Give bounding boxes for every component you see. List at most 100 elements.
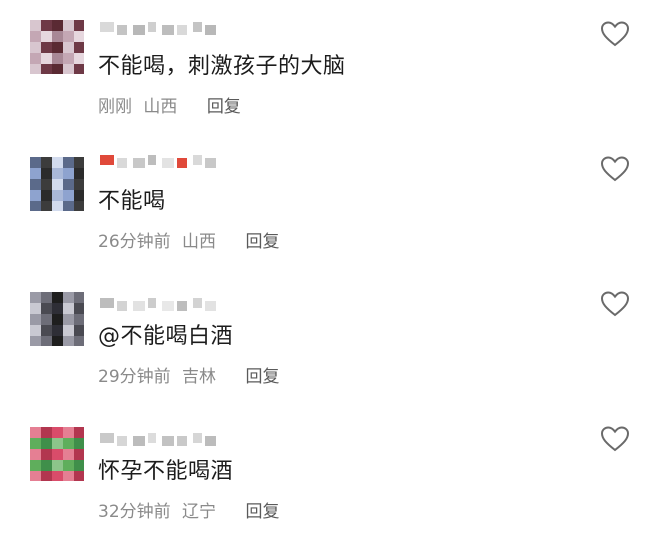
- avatar-pixel: [52, 190, 63, 201]
- avatar-pixel: [63, 336, 74, 346]
- avatar-pixel: [41, 31, 52, 42]
- username-pixel: [205, 301, 216, 311]
- comment-location: 辽宁: [182, 502, 217, 522]
- avatar-pixel: [41, 449, 52, 460]
- avatar-pixel: [74, 449, 84, 460]
- avatar-pixel: [74, 179, 84, 190]
- avatar-pixel: [63, 53, 74, 64]
- avatar[interactable]: [30, 427, 84, 481]
- comment-location: 山西: [143, 97, 178, 117]
- avatar-pixel: [74, 190, 84, 201]
- username-pixel: [205, 436, 216, 446]
- username-pixel: [100, 298, 114, 308]
- avatar-pixel: [41, 190, 52, 201]
- avatar-pixel: [41, 314, 52, 325]
- username-pixel: [100, 433, 114, 443]
- avatar-pixel: [52, 336, 63, 346]
- avatar-pixel: [63, 303, 74, 314]
- avatar-pixel: [30, 168, 41, 179]
- avatar-pixel: [63, 427, 74, 438]
- avatar-pixel: [41, 179, 52, 190]
- avatar-pixel: [41, 64, 52, 74]
- avatar-pixel: [41, 20, 52, 31]
- heart-outline-icon[interactable]: [600, 290, 630, 318]
- comment-location: 吉林: [182, 367, 217, 387]
- avatar-pixel: [63, 31, 74, 42]
- avatar-pixel: [52, 292, 63, 303]
- avatar-pixel: [52, 31, 63, 42]
- avatar-pixel: [41, 460, 52, 471]
- username-pixel: [133, 158, 145, 168]
- username-pixel: [148, 155, 156, 165]
- avatar-pixel: [30, 53, 41, 64]
- avatar-pixel: [74, 53, 84, 64]
- avatar-pixel: [52, 314, 63, 325]
- comment-text: 怀孕不能喝酒: [98, 459, 234, 484]
- heart-outline-icon[interactable]: [600, 20, 630, 48]
- comment-meta: 29分钟前 吉林 回复: [98, 362, 279, 387]
- comment-time: 29分钟前: [98, 367, 171, 387]
- heart-outline-icon[interactable]: [600, 155, 630, 183]
- reply-button[interactable]: 回复: [245, 502, 279, 522]
- avatar-pixel: [52, 53, 63, 64]
- avatar-pixel: [52, 438, 63, 449]
- avatar-pixel: [41, 336, 52, 346]
- avatar-pixel: [74, 201, 84, 211]
- avatar-pixel: [30, 314, 41, 325]
- avatar-pixel: [74, 438, 84, 449]
- username-blurred[interactable]: [100, 431, 240, 447]
- avatar-pixel: [30, 292, 41, 303]
- avatar-pixel: [74, 460, 84, 471]
- heart-outline-icon[interactable]: [600, 425, 630, 453]
- reply-button[interactable]: 回复: [245, 232, 279, 252]
- avatar-pixel: [30, 325, 41, 336]
- username-pixel: [193, 433, 202, 443]
- avatar-pixel: [74, 42, 84, 53]
- avatar-pixel: [30, 471, 41, 481]
- username-pixel: [148, 298, 156, 308]
- avatar-pixel: [74, 325, 84, 336]
- avatar[interactable]: [30, 157, 84, 211]
- comment-text: @不能喝白酒: [98, 324, 234, 349]
- avatar-pixel: [30, 303, 41, 314]
- avatar-pixel: [74, 292, 84, 303]
- username-pixel: [133, 301, 145, 311]
- avatar-pixel: [63, 325, 74, 336]
- avatar-pixel: [52, 20, 63, 31]
- comment-item: 不能喝 26分钟前 山西 回复: [0, 135, 660, 270]
- username-pixel: [193, 22, 202, 32]
- avatar[interactable]: [30, 292, 84, 346]
- avatar-pixel: [41, 201, 52, 211]
- avatar-pixel: [30, 190, 41, 201]
- avatar-pixel: [74, 303, 84, 314]
- avatar-pixel: [63, 460, 74, 471]
- reply-button[interactable]: 回复: [245, 367, 279, 387]
- avatar-pixel: [63, 201, 74, 211]
- username-blurred[interactable]: [100, 20, 240, 36]
- avatar-pixel: [30, 336, 41, 346]
- avatar-pixel: [63, 471, 74, 481]
- avatar-pixel: [52, 471, 63, 481]
- username-blurred[interactable]: [100, 296, 240, 312]
- username-pixel: [205, 25, 216, 35]
- avatar-pixel: [63, 190, 74, 201]
- avatar-pixel: [30, 460, 41, 471]
- reply-button[interactable]: 回复: [207, 97, 241, 117]
- avatar-pixel: [63, 64, 74, 74]
- comment-time: 刚刚: [98, 97, 132, 117]
- username-pixel: [162, 25, 174, 35]
- avatar-pixel: [74, 168, 84, 179]
- comment-text: 不能喝，刺激孩子的大脑: [98, 54, 346, 79]
- avatar-pixel: [52, 325, 63, 336]
- avatar-pixel: [41, 168, 52, 179]
- avatar-pixel: [52, 42, 63, 53]
- comment-item: 不能喝，刺激孩子的大脑 刚刚 山西 回复: [0, 0, 660, 135]
- username-blurred[interactable]: [100, 153, 240, 169]
- username-pixel: [177, 25, 187, 35]
- avatar-pixel: [52, 460, 63, 471]
- username-pixel: [205, 158, 216, 168]
- avatar[interactable]: [30, 20, 84, 74]
- username-pixel: [148, 433, 156, 443]
- avatar-pixel: [63, 42, 74, 53]
- avatar-pixel: [52, 64, 63, 74]
